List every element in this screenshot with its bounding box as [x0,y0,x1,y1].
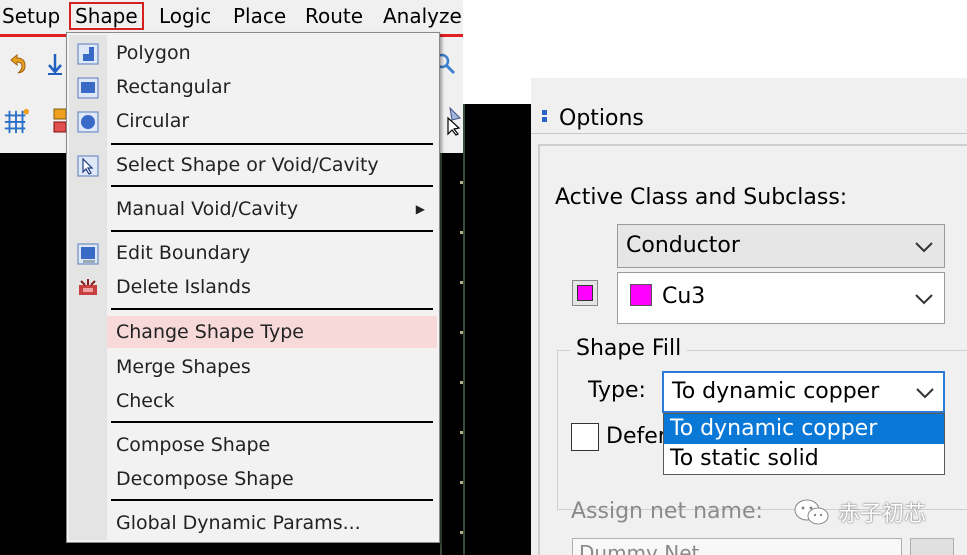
menu-separator [111,143,433,145]
menu-bar: Setup Shape Logic Place Route Analyze [0,0,463,34]
delete-islands-icon [79,279,97,295]
down-arrow-icon[interactable] [42,51,68,77]
net-name-value: Dummy Net [579,541,700,555]
subclass-select[interactable]: Cu3 [617,272,945,324]
defer-label: Defer [606,424,667,449]
menu-item-select-shape[interactable]: Select Shape or Void/Cavity [107,149,435,181]
fill-type-option[interactable]: To dynamic copper [664,414,944,444]
menu-item-delete-islands[interactable]: Delete Islands [107,271,435,303]
select-shape-icon [77,155,99,177]
subclass-select-value: Cu3 [662,284,706,309]
net-browse-button[interactable] [910,538,954,555]
watermark-text: 赤子初芯 [838,502,927,527]
fill-type-select[interactable]: To dynamic copper [662,371,945,413]
defer-checkbox[interactable] [571,423,599,451]
chevron-down-icon [916,388,934,399]
menu-item-rectangular[interactable]: Rectangular [107,71,435,103]
polygon-icon [77,43,99,65]
chevron-down-icon [915,294,933,305]
menu-item-compose-shape[interactable]: Compose Shape [107,429,435,461]
undo-icon[interactable] [4,51,30,77]
net-name-field[interactable]: Dummy Net [572,538,902,555]
menu-separator [111,185,433,187]
menu-place[interactable]: Place [229,2,290,30]
subclass-color-button[interactable] [572,280,598,306]
shape-fill-label: Shape Fill [570,336,688,361]
type-label: Type: [588,378,646,403]
menu-item-merge-shapes[interactable]: Merge Shapes [107,351,435,383]
options-header: Options [531,104,967,134]
canvas-guide-line [463,104,465,555]
options-title: Options [559,106,644,131]
color-swatch-icon [577,285,593,301]
menu-item-global-dynamic-params[interactable]: Global Dynamic Params... [107,507,435,539]
menu-analyze[interactable]: Analyze [379,2,466,30]
fill-type-dropdown-list: To dynamic copper To static solid [663,413,945,475]
shape-menu: Polygon Rectangular Circular Select Shap… [66,32,440,543]
menu-item-edit-boundary[interactable]: Edit Boundary [107,237,435,269]
menu-separator [111,230,433,232]
assign-net-label: Assign net name: [571,499,763,524]
menu-setup[interactable]: Setup [0,2,64,30]
active-class-label: Active Class and Subclass: [555,185,848,210]
canvas-guide-line [440,153,442,555]
pick-icon[interactable] [438,106,464,136]
menu-item-polygon[interactable]: Polygon [107,37,435,69]
menu-shape[interactable]: Shape [69,2,144,30]
menu-item-check[interactable]: Check [107,385,435,417]
subclass-color-swatch [630,284,652,306]
panel-grip-icon[interactable] [542,110,547,128]
design-canvas-right[interactable] [463,104,531,555]
menu-item-manual-void[interactable]: Manual Void/Cavity ▶ [107,193,435,225]
class-select-value: Conductor [626,233,740,258]
menu-item-decompose-shape[interactable]: Decompose Shape [107,463,435,495]
submenu-arrow-icon: ▶ [415,202,425,216]
menu-item-circular[interactable]: Circular [107,105,435,137]
menu-separator [111,421,433,423]
circle-icon [77,111,99,133]
class-select[interactable]: Conductor [617,224,945,268]
wechat-icon [794,499,829,525]
fill-type-value: To dynamic copper [672,379,880,404]
menu-item-change-shape-type[interactable]: Change Shape Type [107,316,437,348]
menu-logic[interactable]: Logic [155,2,215,30]
grid-icon[interactable] [3,108,29,134]
edit-boundary-icon [77,243,99,265]
watermark: 赤子初芯 [792,495,926,529]
rectangle-icon [77,77,99,99]
menu-item-label: Manual Void/Cavity [116,198,299,220]
chevron-down-icon [915,242,933,253]
menu-separator [111,308,433,310]
menu-route[interactable]: Route [301,2,367,30]
menu-separator [111,499,433,501]
fill-type-option[interactable]: To static solid [664,444,944,474]
